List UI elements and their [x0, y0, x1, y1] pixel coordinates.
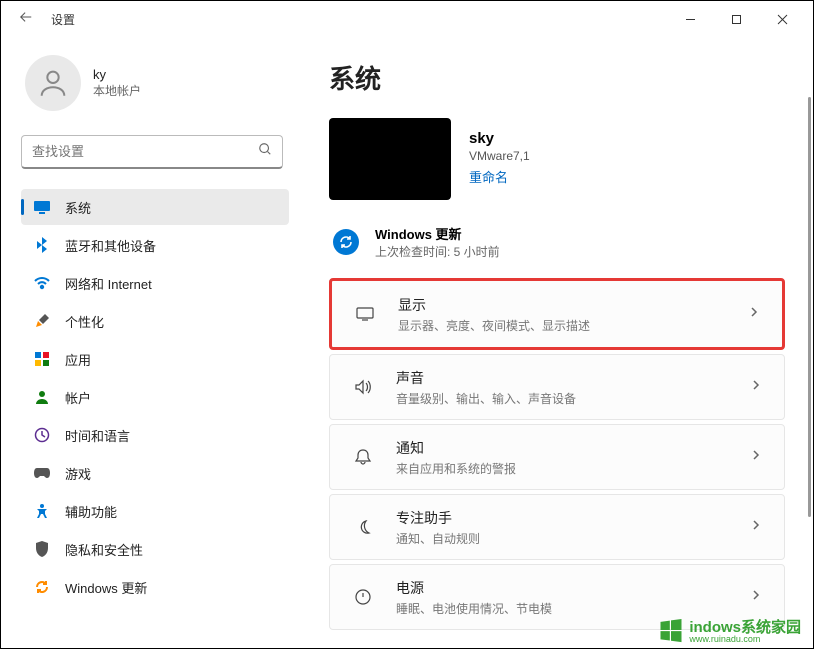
- card-icon: [352, 378, 374, 396]
- chevron-right-icon: [750, 448, 762, 466]
- sidebar-item-update[interactable]: Windows 更新: [21, 569, 289, 605]
- chevron-right-icon: [748, 305, 760, 323]
- system-icon: [33, 200, 51, 214]
- card-title: 通知: [396, 438, 750, 458]
- watermark-text: indows系统家园: [689, 620, 801, 635]
- card-icon: [354, 306, 376, 322]
- chevron-right-icon: [750, 518, 762, 536]
- card-title: 专注助手: [396, 508, 750, 528]
- card-subtitle: 通知、自动规则: [396, 530, 750, 547]
- nav-label: 时间和语言: [65, 426, 130, 445]
- card-专注助手[interactable]: 专注助手通知、自动规则: [329, 494, 785, 560]
- main-content: 系统 sky VMware7,1 重命名 Windows 更新 上次检查时间: …: [301, 37, 813, 648]
- bluetooth-icon: [33, 237, 51, 253]
- sidebar-item-wifi[interactable]: 网络和 Internet: [21, 265, 289, 301]
- nav-label: 网络和 Internet: [65, 274, 152, 293]
- watermark-url: www.ruinadu.com: [689, 635, 801, 644]
- close-button[interactable]: [759, 4, 805, 34]
- nav-label: Windows 更新: [65, 578, 147, 597]
- nav-label: 系统: [65, 198, 91, 217]
- sidebar-item-privacy[interactable]: 隐私和安全性: [21, 531, 289, 567]
- privacy-icon: [33, 541, 51, 557]
- card-title: 电源: [396, 578, 750, 598]
- user-name: ky: [93, 67, 141, 82]
- card-title: 声音: [396, 368, 750, 388]
- user-subtitle: 本地帐户: [93, 82, 141, 99]
- user-block[interactable]: ky 本地帐户: [21, 55, 289, 111]
- card-subtitle: 睡眠、电池使用情况、节电模: [396, 600, 750, 617]
- sidebar-item-account[interactable]: 帐户: [21, 379, 289, 415]
- sidebar-item-personalize[interactable]: 个性化: [21, 303, 289, 339]
- update-subtitle: 上次检查时间: 5 小时前: [375, 243, 500, 260]
- update-row[interactable]: Windows 更新 上次检查时间: 5 小时前: [329, 218, 785, 278]
- update-icon: [33, 579, 51, 595]
- card-icon: [352, 518, 374, 536]
- nav-label: 应用: [65, 350, 91, 369]
- nav-label: 蓝牙和其他设备: [65, 236, 156, 255]
- sidebar-item-access[interactable]: 辅助功能: [21, 493, 289, 529]
- card-subtitle: 来自应用和系统的警报: [396, 460, 750, 477]
- account-icon: [33, 389, 51, 405]
- sidebar-item-apps[interactable]: 应用: [21, 341, 289, 377]
- app-title: 设置: [51, 11, 75, 28]
- personalize-icon: [33, 313, 51, 329]
- avatar: [25, 55, 81, 111]
- chevron-right-icon: [750, 378, 762, 396]
- device-thumbnail: [329, 118, 451, 200]
- card-声音[interactable]: 声音音量级别、输出、输入、声音设备: [329, 354, 785, 420]
- nav-list: 系统蓝牙和其他设备网络和 Internet 个性化应用帐户时间和语言游戏辅助功能隐…: [21, 189, 289, 605]
- wifi-icon: [33, 276, 51, 290]
- gaming-icon: [33, 466, 51, 480]
- update-title: Windows 更新: [375, 224, 500, 243]
- watermark: indows系统家园 www.ruinadu.com: [657, 616, 801, 644]
- update-icon: [333, 229, 359, 255]
- card-subtitle: 音量级别、输出、输入、声音设备: [396, 390, 750, 407]
- nav-label: 帐户: [65, 388, 91, 407]
- settings-cards: 显示显示器、亮度、夜间模式、显示描述声音音量级别、输出、输入、声音设备通知来自应…: [329, 278, 785, 630]
- back-button[interactable]: [19, 10, 33, 29]
- rename-link[interactable]: 重命名: [469, 167, 530, 186]
- page-title: 系统: [329, 59, 785, 96]
- time-icon: [33, 427, 51, 443]
- card-显示[interactable]: 显示显示器、亮度、夜间模式、显示描述: [329, 278, 785, 350]
- windows-logo-icon: [657, 616, 685, 644]
- sidebar-item-time[interactable]: 时间和语言: [21, 417, 289, 453]
- search-box[interactable]: [21, 135, 283, 169]
- nav-label: 个性化: [65, 312, 104, 331]
- nav-label: 隐私和安全性: [65, 540, 143, 559]
- device-info: sky VMware7,1 重命名: [329, 118, 785, 200]
- card-通知[interactable]: 通知来自应用和系统的警报: [329, 424, 785, 490]
- chevron-right-icon: [750, 588, 762, 606]
- card-subtitle: 显示器、亮度、夜间模式、显示描述: [398, 317, 748, 334]
- card-icon: [352, 588, 374, 606]
- apps-icon: [33, 351, 51, 367]
- card-icon: [352, 448, 374, 466]
- nav-label: 游戏: [65, 464, 91, 483]
- search-icon: [258, 142, 272, 161]
- minimize-button[interactable]: [667, 4, 713, 34]
- sidebar-item-gaming[interactable]: 游戏: [21, 455, 289, 491]
- card-title: 显示: [398, 295, 748, 315]
- nav-label: 辅助功能: [65, 502, 117, 521]
- sidebar-item-bluetooth[interactable]: 蓝牙和其他设备: [21, 227, 289, 263]
- scrollbar[interactable]: [808, 97, 811, 517]
- device-name: sky: [469, 130, 530, 147]
- device-model: VMware7,1: [469, 149, 530, 163]
- sidebar-item-system[interactable]: 系统: [21, 189, 289, 225]
- access-icon: [33, 503, 51, 519]
- search-input[interactable]: [32, 144, 258, 159]
- sidebar: ky 本地帐户 系统蓝牙和其他设备网络和 Internet 个性化应用帐户时间和语…: [1, 37, 301, 648]
- maximize-button[interactable]: [713, 4, 759, 34]
